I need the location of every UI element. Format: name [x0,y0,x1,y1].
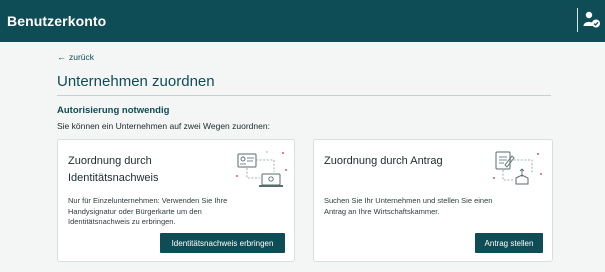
card-title-line: Identitätsnachweis [68,172,159,184]
section-intro: Sie können ein Unternehmen auf zwei Wege… [57,121,270,131]
title-divider [57,95,551,96]
application-form-icon [490,148,546,197]
back-link-label: zurück [69,52,95,62]
card-application: Zuordnung durch Antrag Suchen Sie Ihr Un… [313,139,553,262]
card-description-line: Nur für Einzelunternehmen: Verwenden Sie… [68,196,228,205]
card-description-line: Handysignatur oder Bürgerkarte um den [68,206,202,216]
card-title-line: Zuordnung durch [68,155,152,167]
app-header: Benutzerkonto [0,0,605,42]
card-description-line: Identitätsnachweis zu erbringen. [68,217,176,226]
card-description-line: Suchen Sie Ihr Unternehmen und stellen S… [324,196,493,205]
card-title: Zuordnung durch Identitätsnachweis [68,153,159,187]
app-title: Benutzerkonto [7,13,107,29]
card-title: Zuordnung durch Antrag [324,155,443,167]
card-description: Suchen Sie Ihr Unternehmen und stellen S… [324,196,544,217]
page-title: Unternehmen zuordnen [57,73,215,90]
arrow-left-icon: ← [57,51,66,62]
card-identity-verification: Zuordnung durch Identitätsnachweis Nur f… [57,139,295,262]
section-heading: Autorisierung notwendig [57,105,170,116]
back-link[interactable]: ← zurück [57,52,94,62]
id-verification-icon [234,148,290,197]
user-check-icon[interactable] [583,10,601,30]
submit-application-button[interactable]: Antrag stellen [475,233,543,253]
card-description-line: Antrag an Ihre Wirtschaftskammer. [324,206,440,216]
header-divider [577,8,578,32]
provide-identity-button[interactable]: Identitätsnachweis erbringen [160,233,285,253]
card-description: Nur für Einzelunternehmen: Verwenden Sie… [68,196,268,228]
